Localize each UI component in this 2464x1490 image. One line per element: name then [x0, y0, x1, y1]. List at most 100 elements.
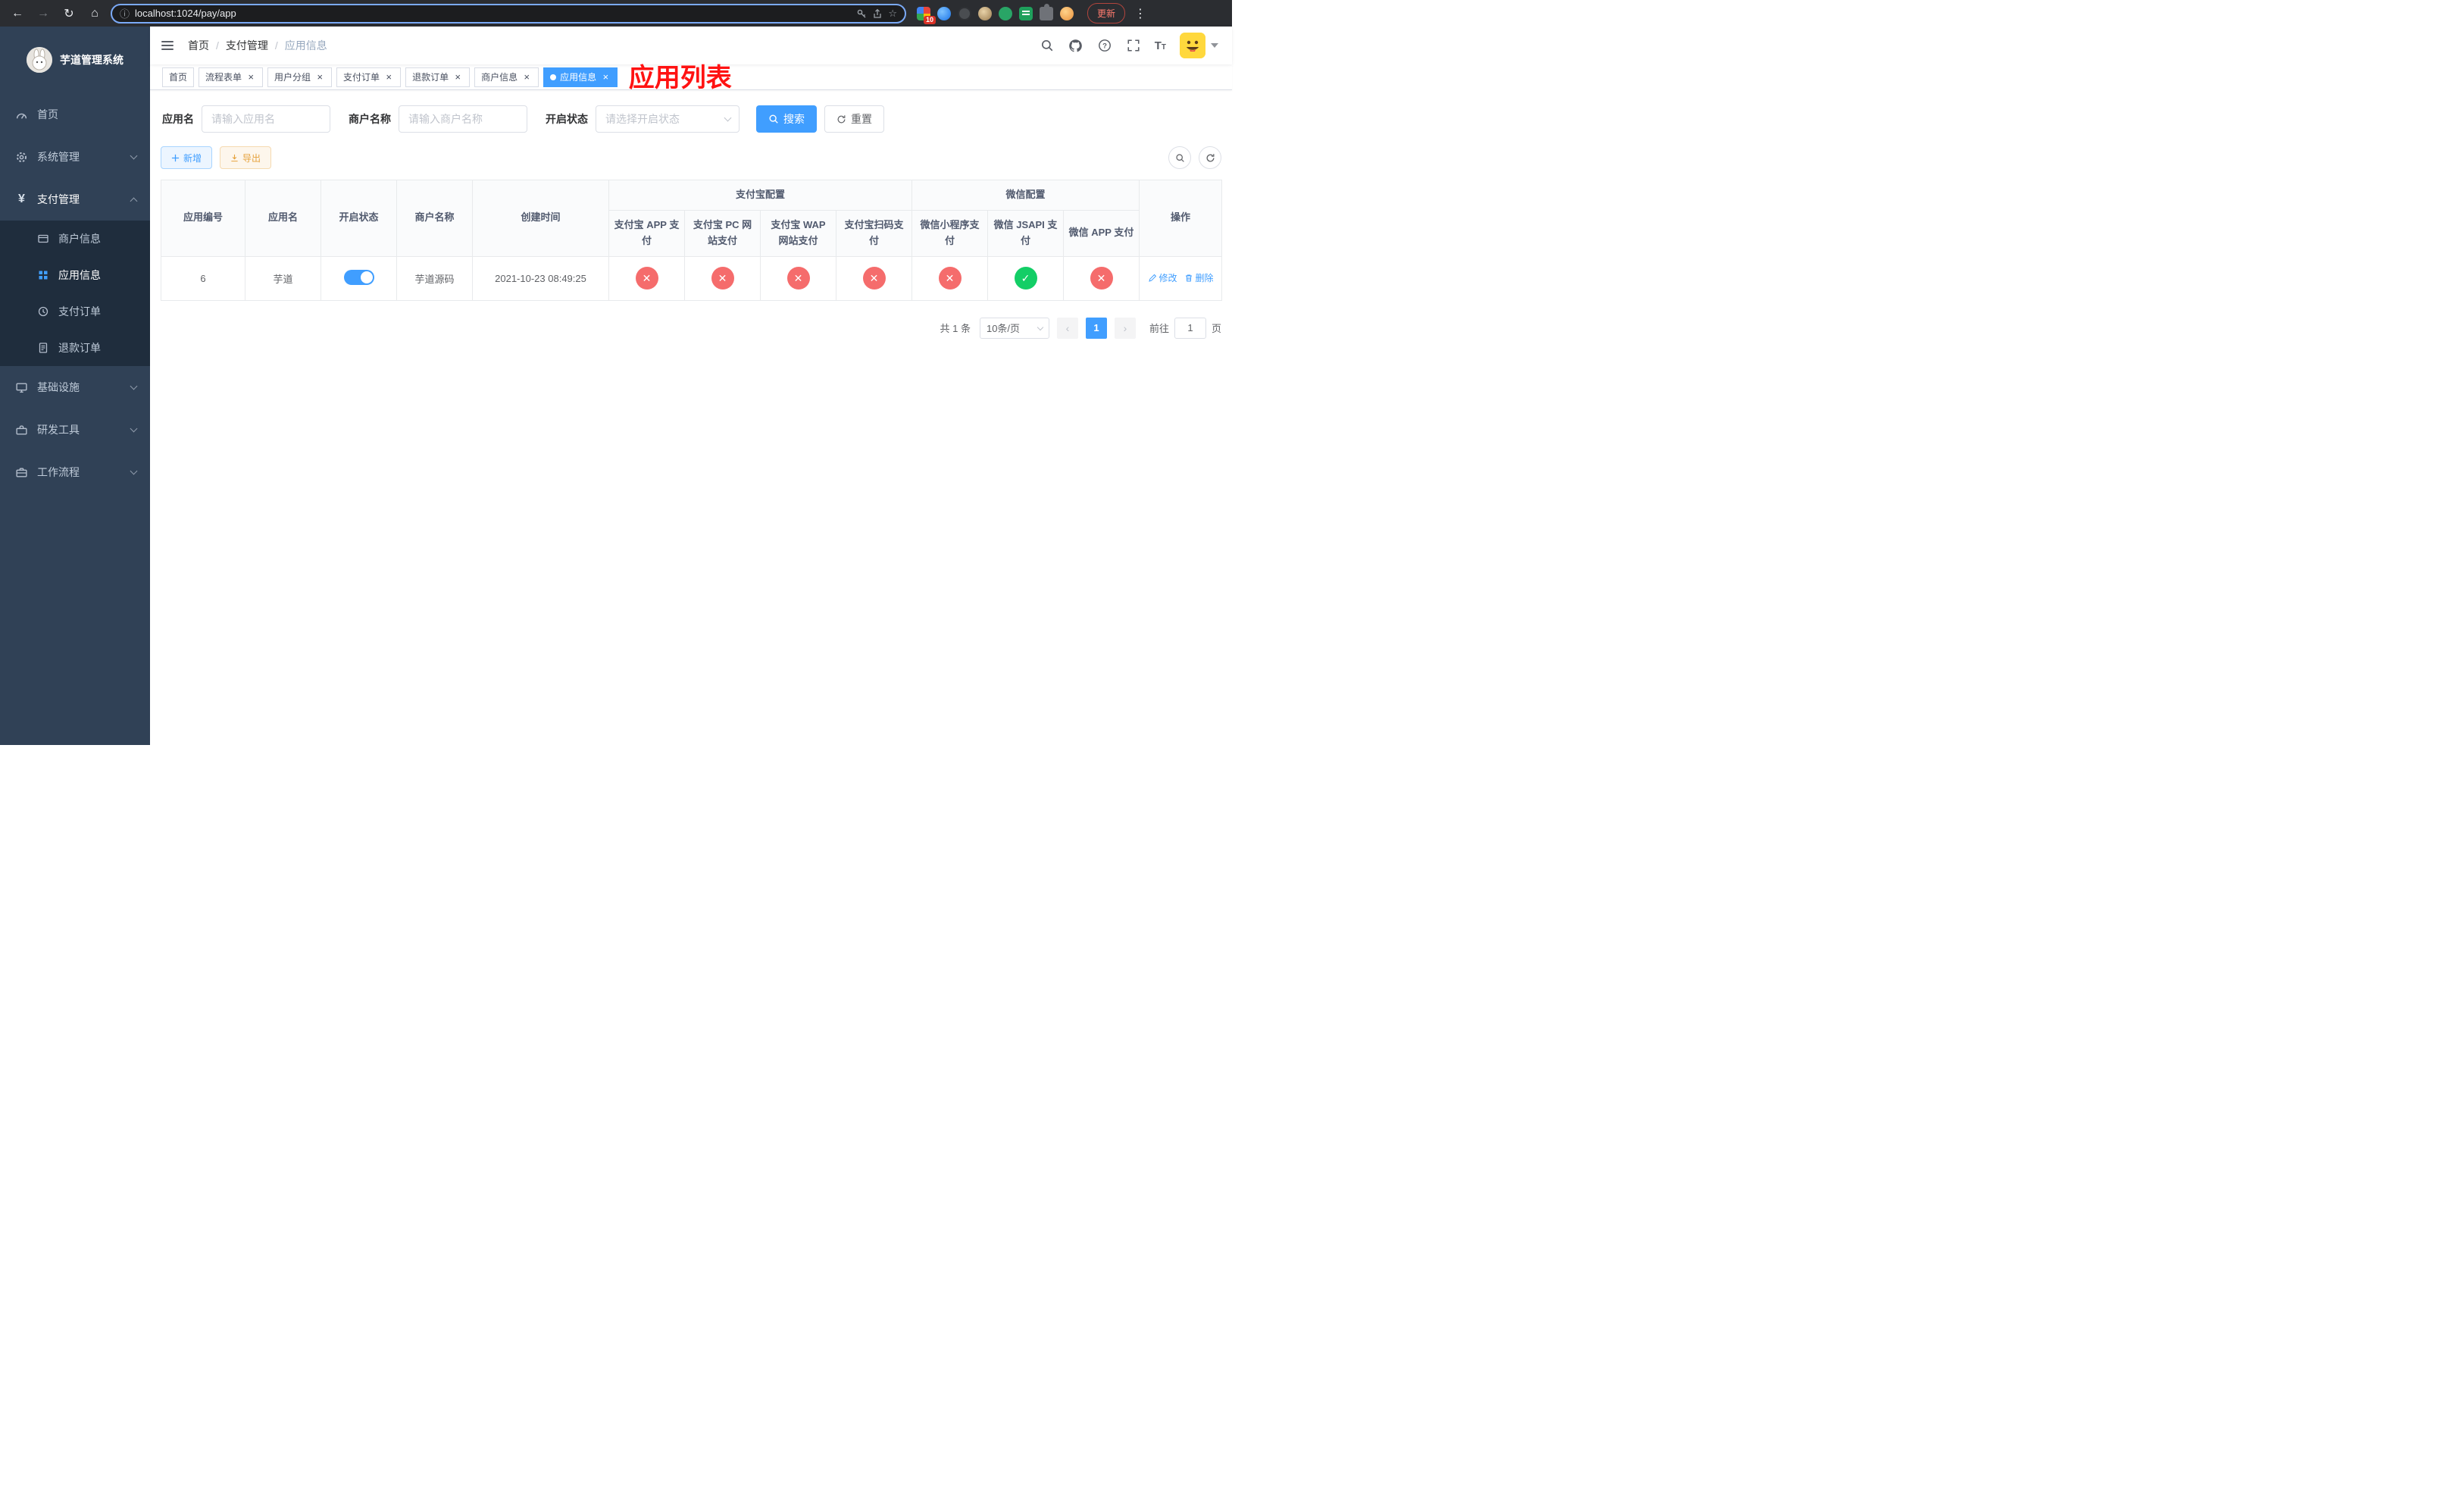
- bookmark-star-icon[interactable]: ☆: [888, 8, 897, 20]
- wechat-jsapi-status-icon: [1014, 267, 1037, 290]
- close-icon[interactable]: ×: [314, 71, 325, 83]
- pagination-total: 共 1 条: [940, 323, 971, 335]
- tab-user-group[interactable]: 用户分组 ×: [267, 67, 333, 87]
- chevron-up-icon: [130, 197, 138, 205]
- filter-form: 应用名 商户名称 开启状态 搜索 重置: [161, 105, 1221, 133]
- breadcrumb-current: 应用信息: [284, 39, 327, 52]
- address-bar[interactable]: ⓘ localhost:1024/pay/app ☆: [111, 3, 906, 23]
- user-menu[interactable]: [1180, 33, 1218, 58]
- extension-icon-1[interactable]: 10: [917, 6, 936, 24]
- prev-page-button[interactable]: ‹: [1056, 317, 1078, 339]
- col-header-alipay-pc: 支付宝 PC 网站支付: [684, 210, 761, 257]
- refund-icon: [36, 342, 49, 355]
- sidebar-item-workflow[interactable]: 工作流程: [0, 451, 150, 493]
- sidebar-item-pay-order[interactable]: 支付订单: [0, 293, 150, 330]
- gear-icon: [15, 151, 28, 164]
- page-title-annotation: 应用列表: [628, 64, 732, 92]
- browser-update-button[interactable]: 更新: [1087, 3, 1126, 23]
- next-page-button[interactable]: ›: [1114, 317, 1136, 339]
- reload-icon[interactable]: ↻: [59, 4, 79, 23]
- breadcrumb-separator: /: [216, 39, 219, 52]
- export-button[interactable]: 导出: [220, 146, 272, 169]
- status-select[interactable]: [596, 105, 740, 133]
- github-icon[interactable]: [1068, 38, 1083, 53]
- pagination: 共 1 条 10条/页 ‹ 1 › 前往 页: [161, 317, 1221, 339]
- tab-home[interactable]: 首页: [162, 67, 195, 87]
- sidebar-item-system[interactable]: 系统管理: [0, 136, 150, 178]
- url-text[interactable]: localhost:1024/pay/app: [135, 8, 851, 19]
- goto-label: 前往: [1149, 323, 1169, 335]
- close-icon[interactable]: ×: [245, 71, 256, 83]
- show-search-icon[interactable]: [1168, 146, 1191, 169]
- edit-button[interactable]: 修改: [1148, 271, 1177, 284]
- back-icon[interactable]: ←: [8, 4, 27, 23]
- sidebar-item-label: 工作流程: [37, 466, 80, 478]
- search-button[interactable]: 搜索: [756, 105, 817, 133]
- font-size-icon[interactable]: TT: [1155, 39, 1166, 52]
- password-key-icon[interactable]: [856, 8, 867, 19]
- fullscreen-icon[interactable]: [1126, 38, 1141, 53]
- home-icon[interactable]: ⌂: [85, 4, 105, 23]
- navbar-actions: ? TT: [1040, 33, 1232, 58]
- sidebar-item-refund-order[interactable]: 退款订单: [0, 330, 150, 366]
- refresh-icon[interactable]: [1199, 146, 1221, 169]
- sidebar-item-label: 应用信息: [58, 269, 101, 281]
- extension-icon-5[interactable]: [999, 6, 1012, 20]
- close-icon[interactable]: ×: [452, 71, 463, 83]
- edit-button-label: 修改: [1159, 273, 1177, 284]
- order-icon: [36, 305, 49, 318]
- status-toggle[interactable]: [343, 269, 374, 285]
- help-icon[interactable]: ?: [1097, 38, 1112, 53]
- add-button[interactable]: 新增: [161, 146, 213, 169]
- user-avatar: [1180, 33, 1205, 58]
- alipay-wap-status-icon: [786, 267, 810, 290]
- tab-merchant-info[interactable]: 商户信息 ×: [474, 67, 539, 87]
- search-button-label: 搜索: [783, 113, 805, 125]
- close-icon[interactable]: ×: [600, 71, 611, 83]
- share-icon[interactable]: [872, 8, 883, 19]
- app-name-input[interactable]: [202, 105, 330, 133]
- reset-button[interactable]: 重置: [824, 105, 884, 133]
- tab-app-info[interactable]: 应用信息 ×: [543, 67, 618, 87]
- search-icon[interactable]: [1040, 38, 1055, 53]
- profile-avatar-icon[interactable]: [1060, 6, 1074, 20]
- status-select-input[interactable]: [596, 105, 740, 133]
- chevron-down-icon: [130, 467, 138, 475]
- tab-process-form[interactable]: 流程表单 ×: [199, 67, 264, 87]
- sidebar-item-home[interactable]: 首页: [0, 93, 150, 136]
- puzzle-extensions-icon[interactable]: [1040, 3, 1053, 20]
- sidebar-item-devtools[interactable]: 研发工具: [0, 408, 150, 451]
- page-size-select[interactable]: 10条/页: [979, 317, 1049, 339]
- breadcrumb-payment[interactable]: 支付管理: [226, 38, 268, 53]
- current-page-button[interactable]: 1: [1085, 317, 1107, 339]
- sidebar-item-merchant-info[interactable]: 商户信息: [0, 221, 150, 257]
- page-content: 应用名 商户名称 开启状态 搜索 重置: [150, 90, 1232, 745]
- tab-pay-order[interactable]: 支付订单 ×: [336, 67, 402, 87]
- extension-icon-4[interactable]: [978, 6, 992, 20]
- extension-icon-2[interactable]: [937, 6, 951, 20]
- col-group-wechat: 微信配置: [911, 180, 1140, 211]
- extension-icon-6[interactable]: [1019, 6, 1033, 20]
- merchant-name-input[interactable]: [399, 105, 527, 133]
- app-logo[interactable]: 芋道管理系统: [0, 27, 150, 93]
- close-icon[interactable]: ×: [521, 71, 532, 83]
- site-info-icon[interactable]: ⓘ: [120, 6, 130, 20]
- extension-icon-3[interactable]: [958, 6, 971, 20]
- cell-actions: 修改 删除: [1139, 255, 1223, 301]
- close-icon[interactable]: ×: [383, 71, 394, 83]
- forward-icon[interactable]: →: [33, 4, 53, 23]
- caret-down-icon: [1211, 43, 1218, 48]
- sidebar-collapse-icon[interactable]: [150, 27, 186, 64]
- pagination-goto: 前往 页: [1149, 317, 1221, 339]
- tab-refund-order[interactable]: 退款订单 ×: [405, 67, 471, 87]
- browser-menu-icon[interactable]: ⋮: [1131, 6, 1150, 21]
- sidebar-item-payment[interactable]: ¥ 支付管理: [0, 178, 150, 221]
- sidebar-item-infrastructure[interactable]: 基础设施: [0, 366, 150, 408]
- breadcrumb-home[interactable]: 首页: [188, 38, 209, 53]
- goto-page-input[interactable]: [1174, 317, 1206, 339]
- wechat-app-status-icon: [1090, 267, 1113, 290]
- sidebar-item-app-info[interactable]: 应用信息: [0, 257, 150, 293]
- sidebar-item-label: 支付管理: [37, 193, 80, 205]
- chevron-down-icon: [130, 424, 138, 433]
- delete-button[interactable]: 删除: [1184, 271, 1214, 284]
